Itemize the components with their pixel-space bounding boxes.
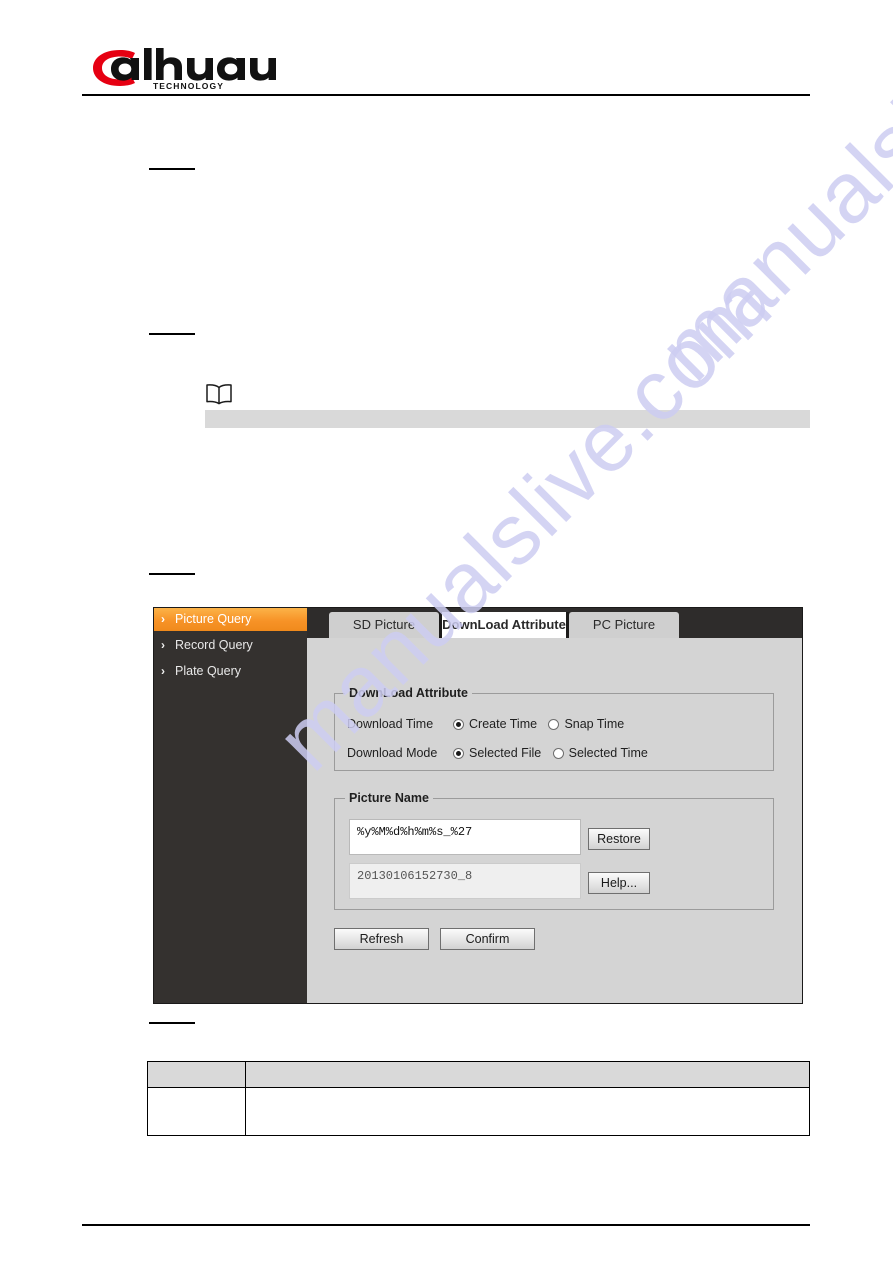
picture-name-group: Picture Name %y%M%d%h%m%s_%27 Restore 20…	[334, 791, 774, 910]
download-time-radio-group[interactable]: Create Time Snap Time	[453, 716, 624, 731]
table-cell	[147, 1087, 246, 1136]
download-mode-label: Download Mode	[347, 746, 438, 760]
sidebar-item-picture-query[interactable]: › Picture Query	[154, 608, 328, 631]
tab-strip: SD Picture DownLoad Attribute PC Picture	[307, 608, 802, 638]
table-cell	[245, 1087, 810, 1136]
note-highlight-bar	[205, 410, 810, 428]
footer-divider	[82, 1224, 810, 1226]
radio-label: Snap Time	[564, 716, 625, 731]
brand-subtitle-text: TECHNOLOGY	[153, 81, 224, 90]
content-area: SD Picture DownLoad Attribute PC Picture…	[307, 608, 802, 1003]
sidebar-item-plate-query[interactable]: › Plate Query	[154, 660, 307, 683]
table-header-cell	[245, 1061, 810, 1088]
parameter-table	[147, 1061, 810, 1136]
radio-label: Selected Time	[568, 745, 648, 760]
table-row	[147, 1087, 810, 1136]
sidebar-item-record-query[interactable]: › Record Query	[154, 634, 307, 657]
tab-pc-picture[interactable]: PC Picture	[569, 612, 679, 638]
manual-page: manualslive.com manualslive.com TECHNOLO…	[0, 0, 893, 1263]
radio-create-time[interactable]: Create Time	[453, 717, 537, 731]
chevron-right-icon: ›	[161, 664, 165, 678]
picture-name-pattern-input[interactable]: %y%M%d%h%m%s_%27	[349, 819, 581, 855]
table-header-row	[147, 1061, 810, 1088]
radio-label: Create Time	[469, 716, 538, 731]
radio-dot-icon	[453, 718, 464, 730]
radio-dot-icon	[453, 747, 464, 759]
dahua-logo: TECHNOLOGY	[90, 46, 290, 90]
panel-body: DownLoad Attribute Download Time Create …	[307, 638, 802, 1003]
header-divider	[82, 94, 810, 96]
radio-dot-icon	[548, 718, 560, 730]
chevron-right-icon: ›	[161, 638, 165, 652]
download-time-label: Download Time	[347, 717, 434, 731]
tab-sd-picture[interactable]: SD Picture	[329, 612, 439, 638]
confirm-button[interactable]: Confirm	[440, 928, 535, 950]
group-title: Picture Name	[345, 791, 433, 805]
section-heading-rule	[149, 573, 195, 575]
table-header-cell	[147, 1061, 246, 1088]
note-book-icon	[205, 383, 233, 405]
section-heading-rule	[149, 168, 195, 170]
radio-label: Selected File	[469, 745, 542, 760]
device-web-ui: › Picture Query › Record Query › Plate Q…	[153, 607, 803, 1004]
chevron-right-icon: ›	[161, 612, 165, 626]
section-heading-rule	[149, 333, 195, 335]
download-mode-radio-group[interactable]: Selected File Selected Time	[453, 745, 648, 760]
sidebar-item-label: Record Query	[175, 638, 253, 652]
radio-snap-time[interactable]: Snap Time	[548, 717, 624, 731]
restore-button[interactable]: Restore	[588, 828, 650, 850]
radio-selected-file[interactable]: Selected File	[453, 746, 541, 760]
help-button[interactable]: Help...	[588, 872, 650, 894]
refresh-button[interactable]: Refresh	[334, 928, 429, 950]
radio-selected-time[interactable]: Selected Time	[552, 745, 648, 760]
figure-caption-rule	[149, 1022, 195, 1024]
group-title: DownLoad Attribute	[345, 686, 472, 700]
sidebar-item-label: Plate Query	[175, 664, 242, 678]
radio-dot-icon	[552, 747, 564, 759]
picture-name-preview-field: 20130106152730_8	[349, 863, 581, 899]
page-header: TECHNOLOGY	[82, 42, 810, 97]
tab-download-attribute[interactable]: DownLoad Attribute	[439, 612, 569, 638]
sidebar: › Picture Query › Record Query › Plate Q…	[154, 608, 328, 1003]
sidebar-item-label: Picture Query	[175, 612, 252, 626]
download-attribute-group: DownLoad Attribute Download Time Create …	[334, 686, 774, 771]
